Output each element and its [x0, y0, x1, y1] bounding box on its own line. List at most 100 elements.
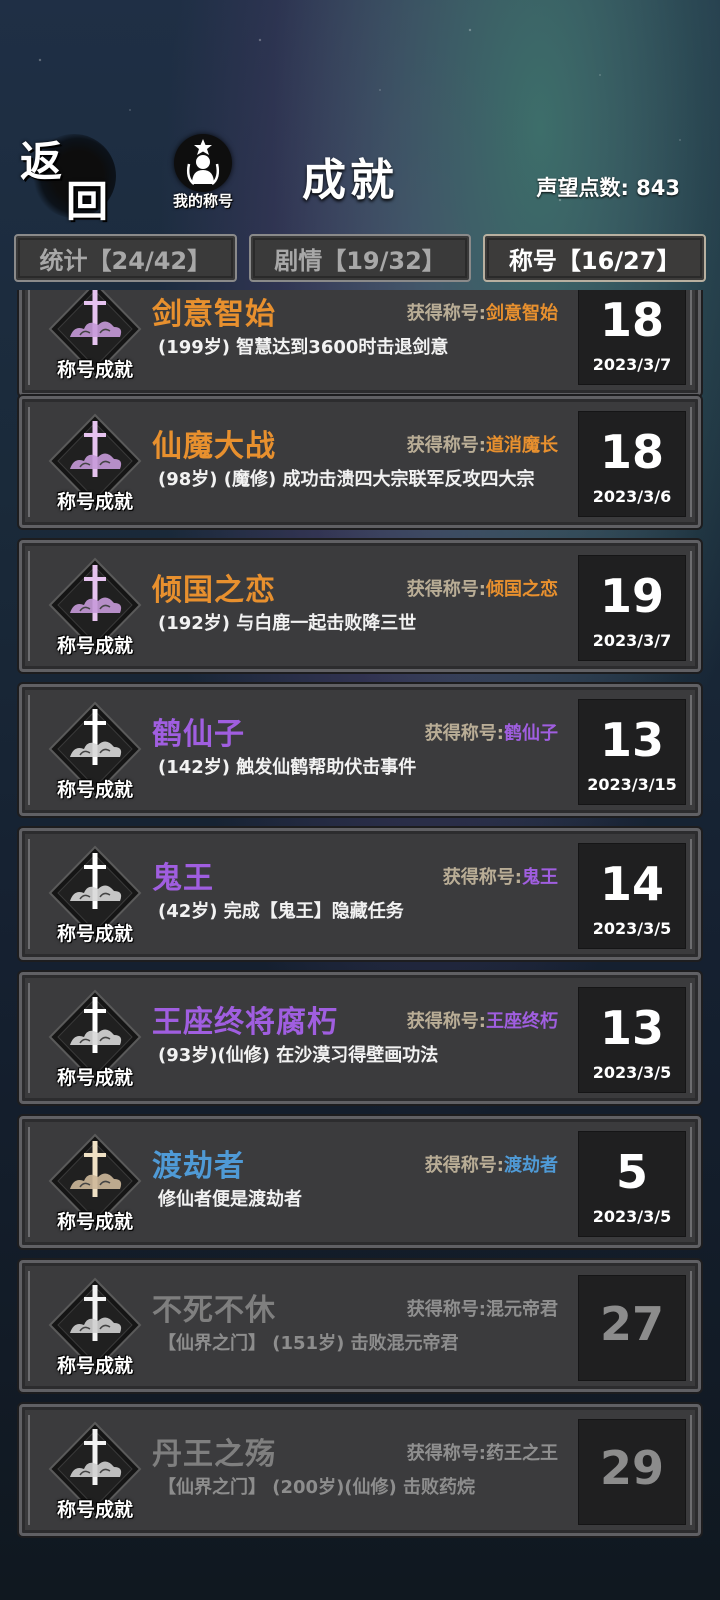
- reward-text: 获得称号:鬼王: [443, 863, 558, 889]
- achievement-date: 2023/3/7: [592, 631, 672, 650]
- achievement-points: 13: [599, 1001, 664, 1055]
- achievement-date: 2023/3/5: [592, 919, 672, 938]
- achievement-description: (42岁) 完成【鬼王】隐藏任务: [158, 901, 404, 922]
- achievement-date: 2023/3/5: [592, 1063, 672, 1082]
- badge-label: 称号成就: [56, 1211, 133, 1233]
- back-button[interactable]: 返 回: [18, 128, 116, 226]
- prestige-points: 声望点数: 843: [536, 176, 680, 200]
- reward-title: 剑意智始: [486, 303, 558, 324]
- points-box: 13 2023/3/5: [578, 987, 686, 1093]
- achievement-list[interactable]: 称号成就 剑意智始 获得称号:剑意智始 (199岁) 智慧达到3600时击退剑意…: [0, 290, 720, 1600]
- points-box: 18 2023/3/7: [578, 290, 686, 385]
- user-star-icon: [186, 139, 220, 185]
- reward-prefix: 获得称号:: [406, 435, 486, 456]
- achievement-card[interactable]: 称号成就 丹王之殇 获得称号:药王之王 【仙界之门】 (200岁)(仙修) 击败…: [19, 1404, 701, 1536]
- achievement-card[interactable]: 称号成就 倾国之恋 获得称号:倾国之恋 (192岁) 与白鹿一起击败降三世 19…: [19, 540, 701, 672]
- achievement-description: (93岁)(仙修) 在沙漠习得壁画功法: [158, 1045, 439, 1066]
- reward-title: 渡劫者: [504, 1155, 558, 1176]
- reward-title: 混元帝君: [486, 1299, 558, 1320]
- achievement-name: 倾国之恋: [152, 573, 276, 608]
- points-box: 5 2023/3/5: [578, 1131, 686, 1237]
- reward-prefix: 获得称号:: [406, 1011, 486, 1032]
- title-badge: 称号成就: [40, 839, 150, 951]
- achievement-date: 2023/3/7: [592, 355, 672, 374]
- points-box: 18 2023/3/6: [578, 411, 686, 517]
- badge-label: 称号成就: [56, 1067, 133, 1089]
- achievement-date: 2023/3/5: [592, 1207, 672, 1226]
- achievement-points: 19: [599, 569, 664, 623]
- achievement-points: 5: [615, 1145, 648, 1199]
- achievement-card[interactable]: 称号成就 剑意智始 获得称号:剑意智始 (199岁) 智慧达到3600时击退剑意…: [19, 290, 701, 396]
- reward-prefix: 获得称号:: [406, 303, 486, 324]
- achievement-description: 【仙界之门】 (151岁) 击败混元帝君: [158, 1333, 459, 1354]
- achievement-points: 18: [599, 293, 664, 347]
- achievement-name: 不死不休: [152, 1293, 276, 1328]
- achievement-name: 仙魔大战: [152, 429, 276, 464]
- title-badge: 称号成就: [40, 1271, 150, 1383]
- reward-title: 倾国之恋: [486, 579, 558, 600]
- my-titles-circle: [174, 134, 232, 192]
- achievement-card[interactable]: 称号成就 不死不休 获得称号:混元帝君 【仙界之门】 (151岁) 击败混元帝君…: [19, 1260, 701, 1392]
- achievement-name: 渡劫者: [152, 1149, 245, 1184]
- reward-prefix: 获得称号:: [406, 579, 486, 600]
- points-box: 14 2023/3/5: [578, 843, 686, 949]
- points-box: 27: [578, 1275, 686, 1381]
- reward-text: 获得称号:剑意智始: [407, 299, 558, 325]
- achievement-date: 2023/3/15: [587, 775, 677, 794]
- reward-title: 鹤仙子: [504, 723, 558, 744]
- achievement-description: 【仙界之门】 (200岁)(仙修) 击败药烷: [158, 1477, 476, 1498]
- tab-stats[interactable]: 统计【24/42】: [14, 234, 237, 282]
- tab-titles[interactable]: 称号【16/27】: [483, 234, 707, 282]
- achievement-description: (199岁) 智慧达到3600时击退剑意: [158, 337, 449, 358]
- reward-text: 获得称号:渡劫者: [425, 1151, 558, 1177]
- reward-title: 药王之王: [486, 1443, 558, 1464]
- achievement-description: 修仙者便是渡劫者: [158, 1189, 302, 1210]
- achievement-points: 14: [599, 857, 664, 911]
- title-badge: 称号成就: [40, 1415, 150, 1527]
- achievement-card[interactable]: 称号成就 鬼王 获得称号:鬼王 (42岁) 完成【鬼王】隐藏任务 14 2023…: [19, 828, 701, 960]
- reward-text: 获得称号:混元帝君: [407, 1295, 558, 1321]
- achievement-points: 27: [599, 1297, 664, 1351]
- achievement-description: (142岁) 触发仙鹤帮助伏击事件: [158, 757, 417, 778]
- achievement-name: 鬼王: [152, 861, 214, 896]
- reward-prefix: 获得称号:: [424, 723, 504, 744]
- title-badge: 称号成就: [40, 1127, 150, 1239]
- reward-prefix: 获得称号:: [424, 1155, 504, 1176]
- reward-text: 获得称号:倾国之恋: [407, 575, 558, 601]
- my-titles-button[interactable]: 我的称号: [166, 134, 242, 214]
- title-badge: 称号成就: [40, 695, 150, 807]
- tab-story[interactable]: 剧情【19/32】: [248, 234, 472, 282]
- reward-prefix: 获得称号:: [442, 867, 522, 888]
- reward-text: 获得称号:鹤仙子: [425, 719, 558, 745]
- reward-text: 获得称号:药王之王: [407, 1439, 558, 1465]
- title-badge: 称号成就: [40, 983, 150, 1095]
- reward-text: 获得称号:王座终朽: [407, 1007, 558, 1033]
- achievement-card[interactable]: 称号成就 渡劫者 获得称号:渡劫者 修仙者便是渡劫者 5 2023/3/5: [19, 1116, 701, 1248]
- title-badge: 称号成就: [40, 290, 150, 387]
- points-box: 13 2023/3/15: [578, 699, 686, 805]
- page-title: 成就: [302, 155, 398, 206]
- achievement-points: 29: [599, 1441, 664, 1495]
- achievement-description: (98岁) (魔修) 成功击溃四大宗联军反攻四大宗: [158, 469, 535, 490]
- achievement-name: 丹王之殇: [152, 1437, 276, 1472]
- reward-title: 道消魔长: [486, 435, 558, 456]
- reward-title: 鬼王: [522, 867, 558, 888]
- badge-label: 称号成就: [56, 491, 133, 513]
- badge-label: 称号成就: [56, 1355, 133, 1377]
- badge-label: 称号成就: [56, 1499, 133, 1521]
- achievement-card[interactable]: 称号成就 王座终将腐朽 获得称号:王座终朽 (93岁)(仙修) 在沙漠习得壁画功…: [19, 972, 701, 1104]
- back-label-bottom: 回: [66, 177, 109, 226]
- achievement-date: 2023/3/6: [592, 487, 672, 506]
- achievement-name: 剑意智始: [152, 297, 276, 332]
- achievement-points: 13: [599, 713, 664, 767]
- achievement-points: 18: [599, 425, 664, 479]
- reward-prefix: 获得称号:: [406, 1299, 486, 1320]
- achievement-card[interactable]: 称号成就 鹤仙子 获得称号:鹤仙子 (142岁) 触发仙鹤帮助伏击事件 13 2…: [19, 684, 701, 816]
- badge-label: 称号成就: [56, 635, 133, 657]
- tab-bar: 统计【24/42】 剧情【19/32】 称号【16/27】: [14, 234, 707, 284]
- achievement-name: 王座终将腐朽: [152, 1005, 338, 1040]
- back-label-top: 返: [20, 137, 63, 186]
- achievement-description: (192岁) 与白鹿一起击败降三世: [158, 613, 417, 634]
- achievement-card[interactable]: 称号成就 仙魔大战 获得称号:道消魔长 (98岁) (魔修) 成功击溃四大宗联军…: [19, 396, 701, 528]
- achievement-name: 鹤仙子: [152, 717, 245, 752]
